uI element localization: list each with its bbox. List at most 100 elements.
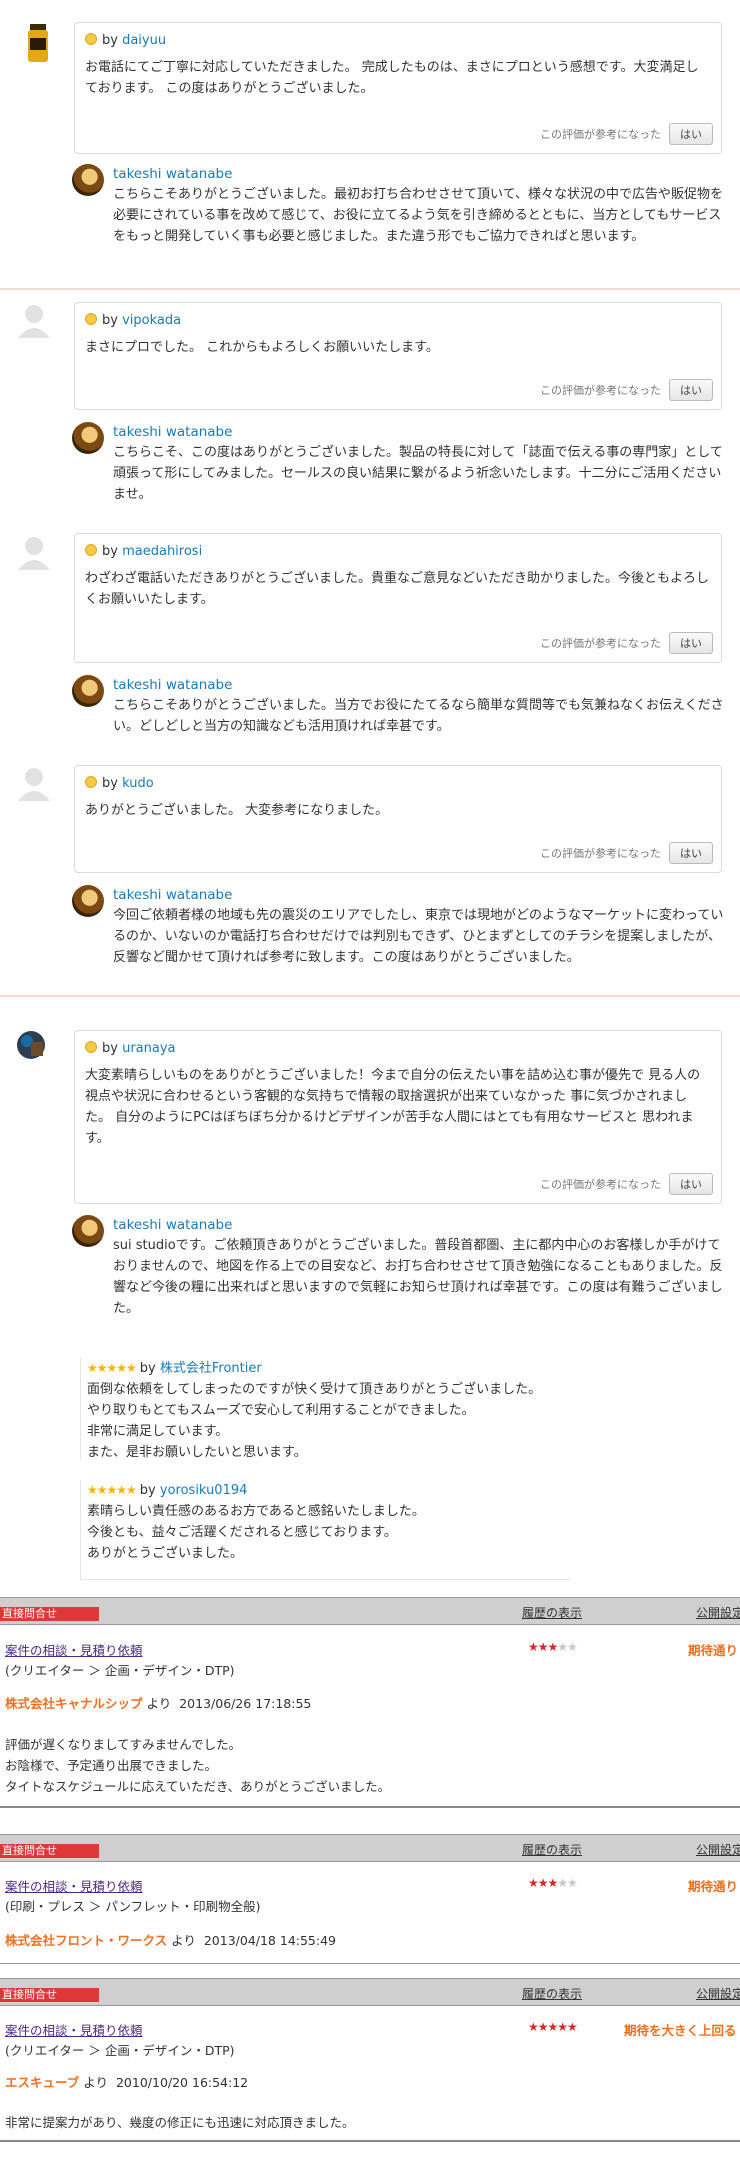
review-byline: by daiyuu (85, 31, 711, 51)
owner-name-link[interactable]: takeshi watanabe (113, 166, 232, 182)
reply-text: 今回ご依頼者様の地域も先の震災のエリアでしたし、東京では現地がどのようなマーケッ… (113, 908, 724, 965)
owner-name-link[interactable]: takeshi watanabe (113, 677, 232, 693)
history-link[interactable]: 履歴の表示 (522, 1985, 582, 2002)
rating-stars: ★★★★★ (87, 1483, 137, 1497)
owner-avatar[interactable] (72, 422, 104, 454)
rating-stars: ★★★★★ (528, 2020, 578, 2034)
company-link[interactable]: 株式会社フロント・ワークス (5, 1933, 167, 1948)
by-label: by (139, 1483, 156, 1498)
category-path: (クリエイター ＞ 企画・デザイン・DTP) (5, 1663, 235, 1678)
owner-name-link[interactable]: takeshi watanabe (113, 887, 232, 903)
owner-avatar[interactable] (72, 885, 104, 917)
reviewer-avatar[interactable] (16, 1030, 46, 1060)
stars-empty: ★★ (557, 1640, 577, 1654)
mini-review: ★★★★★ by yorosiku0194 素晴らしい責任感のあるお方であると感銘… (80, 1480, 570, 1580)
owner-reply: takeshi watanabe こちらこそ、この度はありがとうございました。製… (72, 422, 724, 505)
helpful-row: この評価が参考になった はい (540, 842, 713, 864)
consultation-header: 直接問合せ 履歴の表示 公開設定 (0, 1834, 740, 1862)
reviewer-link[interactable]: 株式会社Frontier (160, 1361, 262, 1376)
review-text: 大変素晴らしいものをありがとうございました！今まで自分の伝えたい事を詰め込む事が… (85, 1068, 701, 1146)
comment-line: 非常に提案力があり、幾度の修正にも迅速に対応頂きました。 (5, 2115, 355, 2130)
company-link[interactable]: 株式会社キャナルシップ (5, 1696, 143, 1711)
public-setting-label[interactable]: 公開設定 (696, 1985, 740, 2002)
direct-inquiry-badge: 直接問合せ (0, 1844, 99, 1858)
stars-filled: ★★★ (528, 1876, 558, 1890)
mini-review-line: 素晴らしい責任感のあるお方であると感銘いたしました。 (87, 1504, 425, 1519)
thread-divider (0, 288, 740, 290)
reviewer-link[interactable]: maedahirosi (122, 544, 202, 559)
review-text: ありがとうございました。 大変参考になりました。 (85, 803, 389, 818)
helpful-row: この評価が参考になった はい (540, 632, 713, 654)
review-text: まさにプロでした。 これからもよろしくお願いいたします。 (85, 340, 439, 355)
reviewer-avatar[interactable] (14, 763, 54, 803)
helpful-yes-button[interactable]: はい (669, 632, 713, 654)
datetime: 2010/10/20 16:54:12 (115, 2075, 249, 2090)
comment-line: 評価が遅くなりましてすみませんでした。 (5, 1737, 242, 1752)
owner-reply: takeshi watanabe こちらこそありがとうございました。最初お打ち合… (72, 164, 724, 247)
direct-inquiry-badge: 直接問合せ (0, 1988, 99, 2002)
review-text: お電話にてご丁寧に対応していただきました。 完成したものは、まさにプロという感想… (85, 60, 699, 96)
reviewer-link[interactable]: uranaya (122, 1041, 175, 1056)
owner-name-link[interactable]: takeshi watanabe (113, 424, 232, 440)
smiley-icon (85, 33, 97, 45)
category-path: (印刷・プレス ＞ パンフレット・印刷物全般) (5, 1899, 261, 1914)
consultation-header: 直接問合せ 履歴の表示 公開設定 (0, 1597, 740, 1625)
comment: 評価が遅くなりましてすみませんでした。 お陰様で、予定通り出展できました。 タイ… (5, 1734, 390, 1797)
reviewer-avatar[interactable] (14, 300, 54, 340)
helpful-yes-button[interactable]: はい (669, 379, 713, 401)
reply-text: こちらこそ、この度はありがとうございました。製品の特長に対して「誌面で伝える事の… (113, 445, 723, 502)
owner-name-link[interactable]: takeshi watanabe (113, 1217, 232, 1233)
mini-review-line: 今後とも、益々ご活躍くだされると感じております。 (87, 1525, 397, 1540)
stars-empty: ★★ (557, 1876, 577, 1890)
public-setting-label[interactable]: 公開設定 (696, 1604, 740, 1621)
owner-reply: takeshi watanabe 今回ご依頼者様の地域も先の震災のエリアでしたし… (72, 885, 724, 968)
smiley-icon (85, 776, 97, 788)
category-path: (クリエイター ＞ 企画・デザイン・DTP) (5, 2043, 235, 2058)
helpful-yes-button[interactable]: はい (669, 842, 713, 864)
helpful-row: この評価が参考になった はい (540, 1173, 713, 1195)
by-label: by (102, 1041, 118, 1056)
company-link[interactable]: エスキューブ (5, 2075, 79, 2090)
thread-divider (0, 995, 740, 997)
helpful-yes-button[interactable]: はい (669, 1173, 713, 1195)
owner-avatar[interactable] (72, 164, 104, 196)
reply-text: sui studioです。ご依頼頂きありがとうございました。普段首都圏、主に都内… (113, 1238, 723, 1316)
helpful-label: この評価が参考になった (540, 1178, 661, 1191)
reviewer-avatar[interactable] (14, 532, 54, 572)
public-setting-label[interactable]: 公開設定 (696, 1841, 740, 1858)
smiley-icon (85, 1041, 97, 1053)
history-link[interactable]: 履歴の表示 (522, 1604, 582, 1621)
from-label: より (171, 1933, 196, 1948)
helpful-row: この評価が参考になった はい (540, 379, 713, 401)
review-text: わざわざ電話いただきありがとうございました。貴重なご意見などいただき助かりました… (85, 571, 710, 607)
from-label: より (146, 1696, 172, 1711)
mini-review-line: 面倒な依頼をしてしまったのですが快く受けて頂きありがとうございました。 (87, 1382, 542, 1397)
helpful-yes-button[interactable]: はい (669, 123, 713, 145)
case-link[interactable]: 案件の相談・見積り依頼 (5, 2023, 143, 2038)
direct-inquiry-badge: 直接問合せ (0, 1607, 99, 1621)
reviewer-link[interactable]: kudo (122, 776, 154, 791)
review-card: by maedahirosi わざわざ電話いただきありがとうございました。貴重な… (74, 533, 722, 663)
helpful-label: この評価が参考になった (540, 384, 661, 397)
helpful-row: この評価が参考になった はい (540, 123, 713, 145)
reply-text: こちらこそありがとうございました。最初お打ち合わせさせて頂いて、様々な状況の中で… (113, 187, 723, 244)
owner-avatar[interactable] (72, 1215, 104, 1247)
reviewer-link[interactable]: yorosiku0194 (160, 1483, 248, 1498)
history-link[interactable]: 履歴の表示 (522, 1841, 582, 1858)
rating-stars: ★★★★★ (528, 1640, 578, 1654)
by-label: by (139, 1361, 156, 1376)
reviewer-avatar[interactable] (24, 24, 52, 64)
datetime: 2013/04/18 14:55:49 (203, 1933, 337, 1948)
reviewer-link[interactable]: vipokada (122, 313, 181, 328)
comment: 非常に提案力があり、幾度の修正にも迅速に対応頂きました。 (5, 2112, 355, 2131)
review-card: by kudo ありがとうございました。 大変参考になりました。 この評価が参考… (74, 765, 722, 873)
case-link[interactable]: 案件の相談・見積り依頼 (5, 1643, 143, 1658)
expectation-label: 期待通り (688, 1643, 739, 1658)
owner-avatar[interactable] (72, 675, 104, 707)
rating-stars: ★★★★★ (528, 1876, 578, 1890)
stars-filled: ★★★★★ (528, 2020, 578, 2034)
by-label: by (102, 33, 118, 48)
case-link[interactable]: 案件の相談・見積り依頼 (5, 1879, 143, 1894)
reviewer-link[interactable]: daiyuu (122, 33, 166, 48)
comment-line: タイトなスケジュールに応えていただき、ありがとうございました。 (5, 1779, 391, 1794)
